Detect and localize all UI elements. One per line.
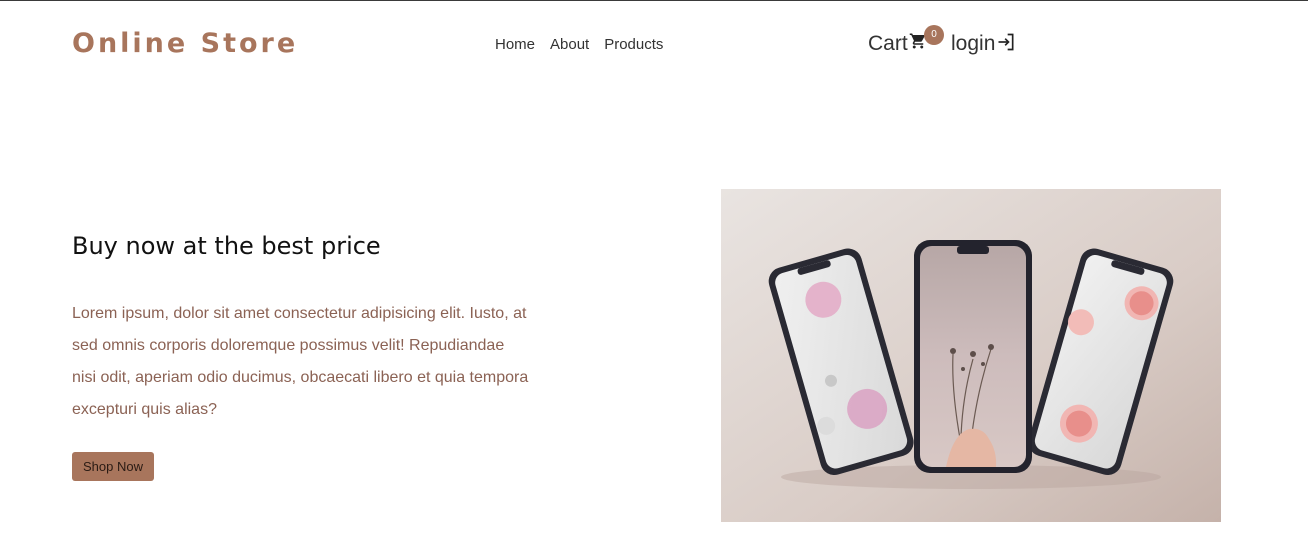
nav-home-link[interactable]: Home xyxy=(495,36,535,53)
cart-label: Cart xyxy=(868,32,908,55)
login-icon xyxy=(998,33,1014,51)
hero-product-image xyxy=(721,189,1221,522)
top-border xyxy=(0,0,1308,1)
main-nav: Home About Products xyxy=(495,36,663,53)
site-logo[interactable]: Online Store xyxy=(72,28,298,59)
shop-now-button[interactable]: Shop Now xyxy=(72,452,154,481)
nav-about-link[interactable]: About xyxy=(550,36,589,53)
hero-description: Lorem ipsum, dolor sit amet consectetur … xyxy=(72,305,529,418)
cart-link[interactable]: Cart 0 xyxy=(868,25,944,56)
login-link[interactable]: login xyxy=(951,32,1016,56)
nav-products-link[interactable]: Products xyxy=(604,36,663,53)
hero-title: Buy now at the best price xyxy=(72,232,381,260)
cart-count-badge: 0 xyxy=(924,25,944,45)
login-label: login xyxy=(951,32,996,55)
